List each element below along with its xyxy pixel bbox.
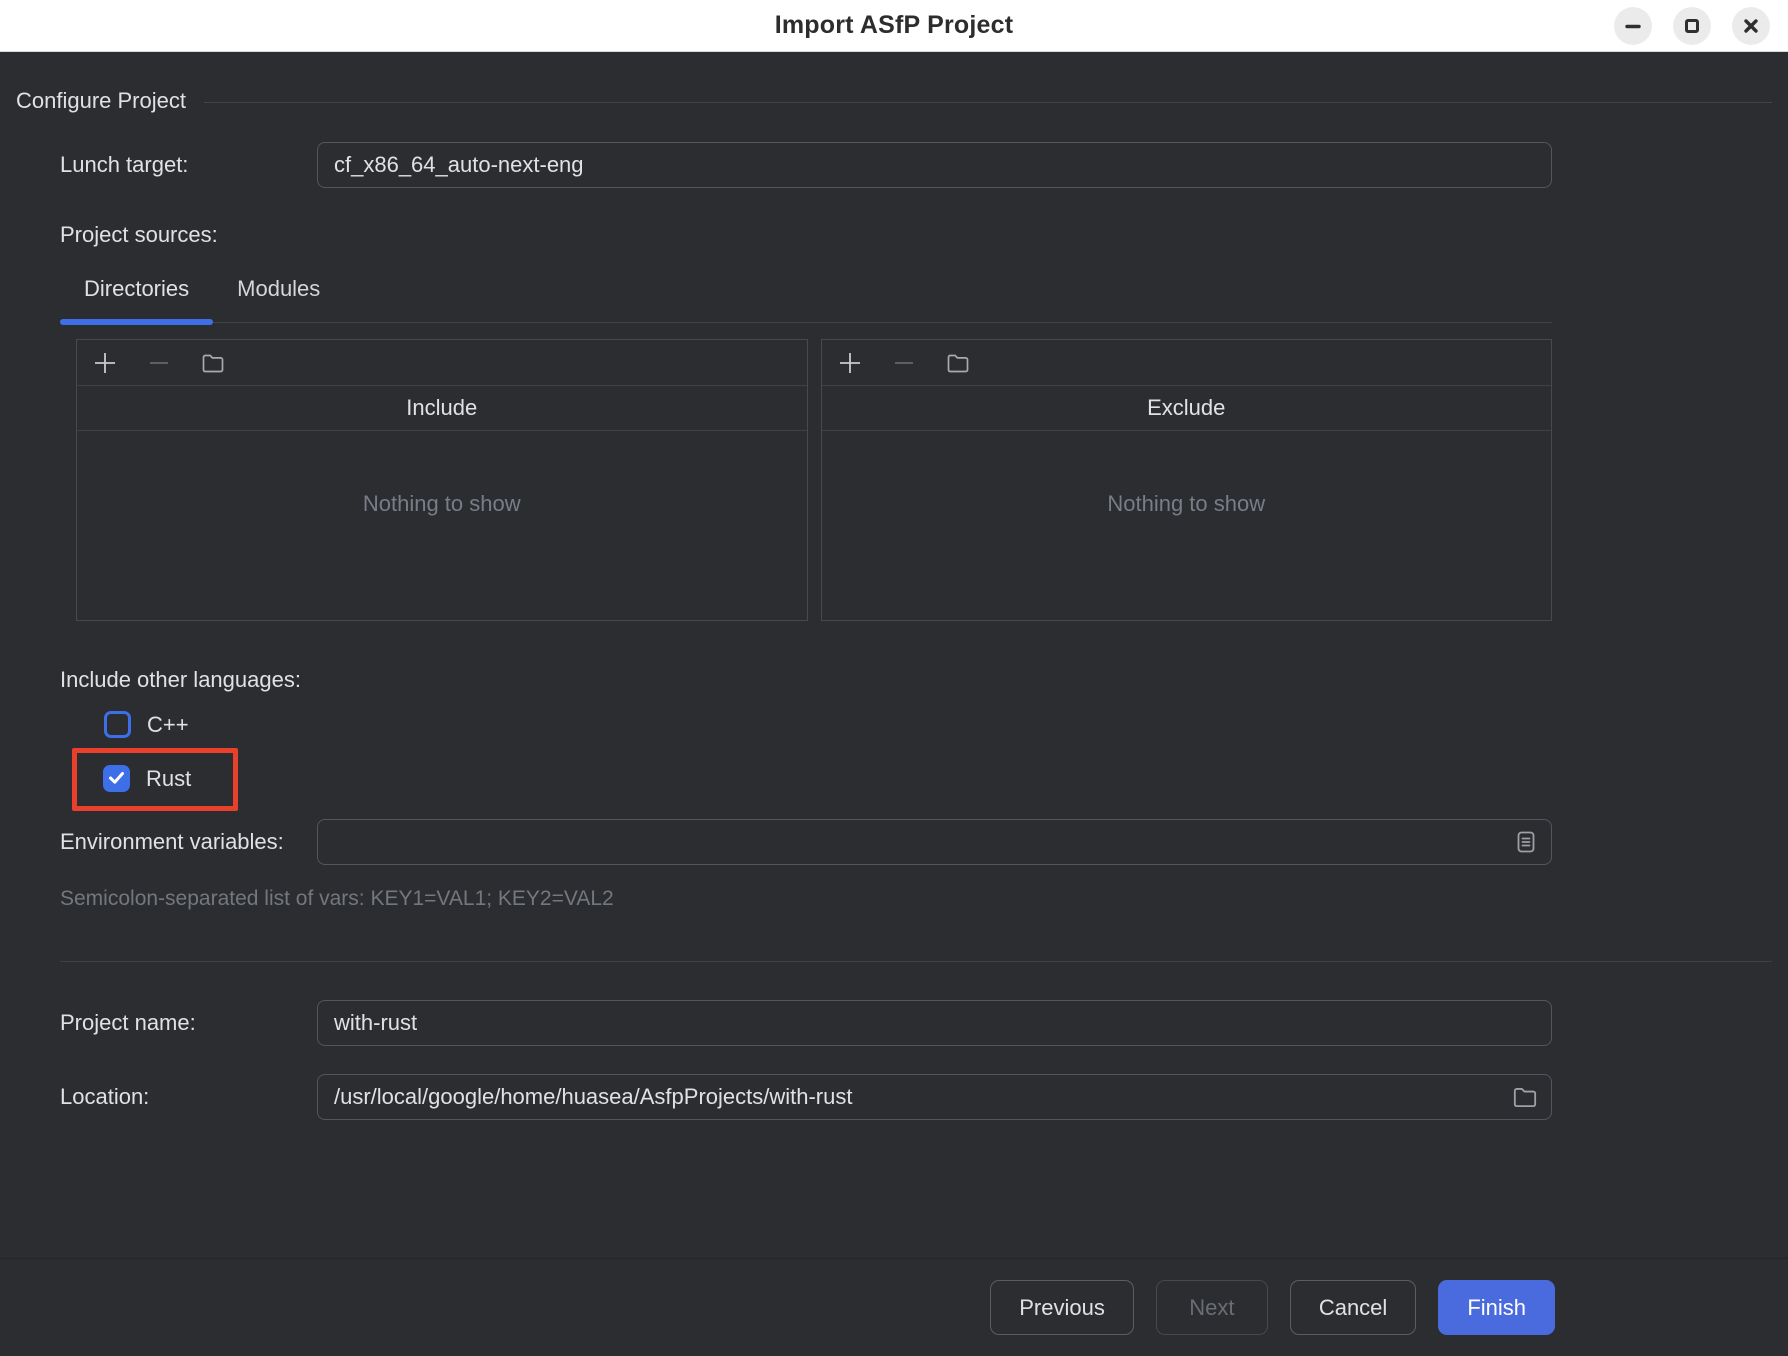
- form-divider: [60, 961, 1772, 962]
- location-input[interactable]: [317, 1074, 1552, 1120]
- project-sources-panel: Directories Modules: [60, 258, 1552, 621]
- cpp-checkbox[interactable]: [104, 711, 131, 738]
- project-name-row: Project name:: [60, 1000, 1552, 1046]
- project-sources-label: Project sources:: [60, 222, 1552, 248]
- import-asfp-project-dialog: Import ASfP Project Configure Project: [0, 0, 1788, 1356]
- exclude-panel: Exclude Nothing to show: [821, 339, 1553, 621]
- remove-icon[interactable]: [890, 349, 918, 377]
- rust-checkbox[interactable]: [103, 765, 130, 792]
- close-button[interactable]: [1732, 7, 1770, 45]
- folder-icon[interactable]: [199, 349, 227, 377]
- maximize-icon: [1683, 17, 1701, 35]
- finish-button[interactable]: Finish: [1438, 1280, 1555, 1335]
- rust-checkbox-label: Rust: [146, 766, 191, 792]
- window-controls: [1614, 7, 1770, 45]
- tab-modules[interactable]: Modules: [213, 258, 344, 322]
- lunch-target-input[interactable]: [317, 142, 1552, 188]
- folder-icon[interactable]: [944, 349, 972, 377]
- exclude-empty-text: Nothing to show: [822, 431, 1552, 620]
- environment-variables-input[interactable]: [317, 819, 1552, 865]
- titlebar: Import ASfP Project: [0, 0, 1788, 52]
- cancel-button[interactable]: Cancel: [1290, 1280, 1416, 1335]
- include-toolbar: [77, 340, 807, 386]
- sources-tabs: Directories Modules: [60, 258, 1552, 323]
- location-label: Location:: [60, 1084, 317, 1110]
- expand-env-vars-icon[interactable]: [1510, 826, 1542, 858]
- minimize-button[interactable]: [1614, 7, 1652, 45]
- browse-folder-icon[interactable]: [1508, 1080, 1542, 1114]
- section-title: Configure Project: [16, 88, 186, 114]
- exclude-header: Exclude: [822, 386, 1552, 431]
- lunch-target-label: Lunch target:: [60, 152, 317, 178]
- project-name-input[interactable]: [317, 1000, 1552, 1046]
- maximize-button[interactable]: [1673, 7, 1711, 45]
- checkmark-icon: [106, 767, 127, 791]
- add-icon[interactable]: [91, 349, 119, 377]
- env-vars-hint: Semicolon-separated list of vars: KEY1=V…: [60, 887, 1552, 911]
- environment-variables-label: Environment variables:: [60, 829, 317, 855]
- exclude-toolbar: [822, 340, 1552, 386]
- section-rule: [204, 102, 1772, 103]
- environment-variables-row: Environment variables:: [60, 819, 1552, 865]
- cpp-checkbox-row: C++: [104, 711, 1552, 738]
- tab-directories[interactable]: Directories: [60, 258, 213, 322]
- project-name-label: Project name:: [60, 1010, 317, 1036]
- include-panel: Include Nothing to show: [76, 339, 808, 621]
- rust-highlight-annotation: Rust: [72, 748, 238, 811]
- next-button[interactable]: Next: [1156, 1280, 1268, 1335]
- footer-button-bar: Previous Next Cancel Finish: [0, 1258, 1788, 1356]
- configure-project-section: Configure Project: [16, 88, 1772, 114]
- include-header: Include: [77, 386, 807, 431]
- remove-icon[interactable]: [145, 349, 173, 377]
- add-icon[interactable]: [836, 349, 864, 377]
- rust-checkbox-row: Rust: [103, 765, 191, 792]
- previous-button[interactable]: Previous: [990, 1280, 1134, 1335]
- cpp-checkbox-label: C++: [147, 712, 189, 738]
- lunch-target-row: Lunch target:: [60, 142, 1552, 188]
- location-row: Location:: [60, 1074, 1552, 1120]
- include-other-languages-label: Include other languages:: [60, 667, 1552, 693]
- include-empty-text: Nothing to show: [77, 431, 807, 620]
- dialog-title: Import ASfP Project: [775, 11, 1014, 40]
- minimize-icon: [1624, 17, 1642, 35]
- close-icon: [1742, 17, 1760, 35]
